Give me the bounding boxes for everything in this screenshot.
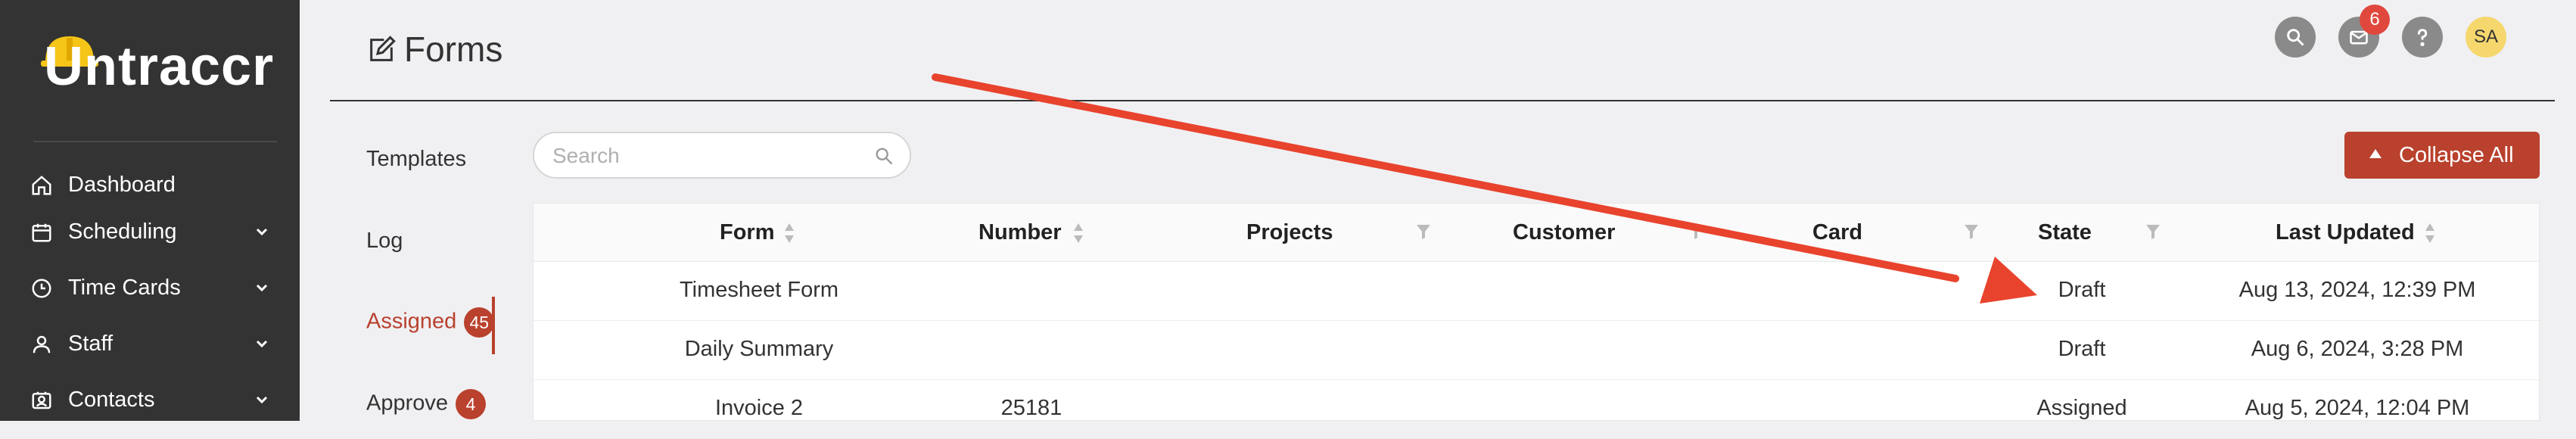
column-header-form[interactable]: Form <box>720 219 775 246</box>
column-header-projects[interactable]: Projects <box>1246 219 1333 246</box>
sidebar-item-label: Time Cards <box>68 276 181 300</box>
filter-icon[interactable] <box>2145 223 2161 240</box>
notification-count-badge: 6 <box>2360 5 2390 35</box>
sort-icon[interactable] <box>2424 222 2436 244</box>
contacts-icon <box>32 391 51 409</box>
home-icon <box>32 176 51 195</box>
chevron-down-icon[interactable] <box>253 279 271 297</box>
assigned-count-badge: 45 <box>464 307 495 338</box>
filter-icon[interactable] <box>1416 223 1431 240</box>
column-header-card[interactable]: Card <box>1812 219 1862 246</box>
sidebar-item-dashboard[interactable]: Dashboard <box>0 160 300 209</box>
table-header: Form Number Projects Customer Card State… <box>534 204 2539 262</box>
search-icon[interactable] <box>873 145 894 167</box>
chevron-down-icon[interactable] <box>253 391 271 409</box>
cell-last-updated: Aug 6, 2024, 3:28 PM <box>2251 337 2464 361</box>
cell-form: Timesheet Form <box>679 278 839 302</box>
edit-form-icon <box>370 36 396 61</box>
table-row[interactable]: Invoice 2 25181 Assigned Aug 5, 2024, 12… <box>534 379 2539 439</box>
sidebar-item-time-cards[interactable]: Time Cards <box>0 263 300 312</box>
subnav-label: Approve <box>366 391 449 416</box>
cell-last-updated: Aug 5, 2024, 12:04 PM <box>2245 396 2470 420</box>
header-divider <box>330 100 2555 101</box>
cell-form: Daily Summary <box>684 337 834 361</box>
sidebar-item-staff[interactable]: Staff <box>0 319 300 368</box>
caret-up-icon <box>2369 149 2382 158</box>
sidebar-item-label: Contacts <box>68 388 155 412</box>
cell-state: Assigned <box>2036 396 2127 420</box>
cell-state: Draft <box>2058 337 2106 361</box>
sidebar-item-contacts[interactable]: Contacts <box>0 375 300 424</box>
search-input[interactable] <box>551 141 857 171</box>
cell-number: 25181 <box>1000 396 1062 420</box>
cell-form: Invoice 2 <box>714 396 804 420</box>
collapse-all-button[interactable]: Collapse All <box>2344 132 2540 179</box>
subnav-label: Templates <box>366 147 467 171</box>
sidebar: Untraccr Dashboard Scheduling Time Cards… <box>0 0 300 421</box>
sidebar-item-label: Dashboard <box>68 173 176 197</box>
sort-icon[interactable] <box>783 222 795 244</box>
subnav-assigned[interactable]: Assigned 45 <box>366 307 495 338</box>
sidebar-item-label: Staff <box>68 332 114 356</box>
collapse-all-label: Collapse All <box>2399 143 2514 167</box>
app-logo-text[interactable]: Untraccr <box>44 39 274 94</box>
search-box <box>533 132 911 179</box>
table-row[interactable]: Timesheet Form Draft Aug 13, 2024, 12:39… <box>534 261 2539 321</box>
subnav-label: Assigned <box>366 309 457 334</box>
subnav-log[interactable]: Log <box>366 227 403 254</box>
user-avatar[interactable]: SA <box>2466 17 2506 58</box>
clock-icon <box>32 279 51 298</box>
chevron-down-icon[interactable] <box>253 223 271 241</box>
help-button[interactable] <box>2402 17 2443 58</box>
calendar-icon <box>32 223 51 242</box>
table-row[interactable]: Daily Summary Draft Aug 6, 2024, 3:28 PM <box>534 320 2539 380</box>
active-tab-indicator <box>492 297 495 354</box>
cell-last-updated: Aug 13, 2024, 12:39 PM <box>2238 278 2476 302</box>
filter-icon[interactable] <box>1964 223 1979 240</box>
subnav-approve[interactable]: Approve 4 <box>366 389 487 419</box>
search-button[interactable] <box>2275 17 2316 58</box>
cell-state: Draft <box>2058 278 2106 302</box>
sidebar-item-label: Scheduling <box>68 220 177 244</box>
column-header-state[interactable]: State <box>2038 219 2092 246</box>
sort-icon[interactable] <box>1072 222 1084 244</box>
sidebar-divider <box>33 141 277 142</box>
approve-count-badge: 4 <box>456 389 487 419</box>
help-icon <box>2417 29 2428 46</box>
filter-icon[interactable] <box>1688 223 1703 240</box>
column-header-customer[interactable]: Customer <box>1513 219 1615 246</box>
column-header-number[interactable]: Number <box>978 219 1062 246</box>
user-icon <box>33 335 51 353</box>
subnav-label: Log <box>366 229 403 253</box>
forms-table: Form Number Projects Customer Card State… <box>533 203 2540 439</box>
column-header-last-updated[interactable]: Last Updated <box>2276 219 2415 246</box>
search-icon <box>2287 29 2304 46</box>
subnav-templates[interactable]: Templates <box>366 145 466 173</box>
page-title: Forms <box>404 30 503 69</box>
chevron-down-icon[interactable] <box>253 335 271 353</box>
sidebar-item-scheduling[interactable]: Scheduling <box>0 207 300 256</box>
